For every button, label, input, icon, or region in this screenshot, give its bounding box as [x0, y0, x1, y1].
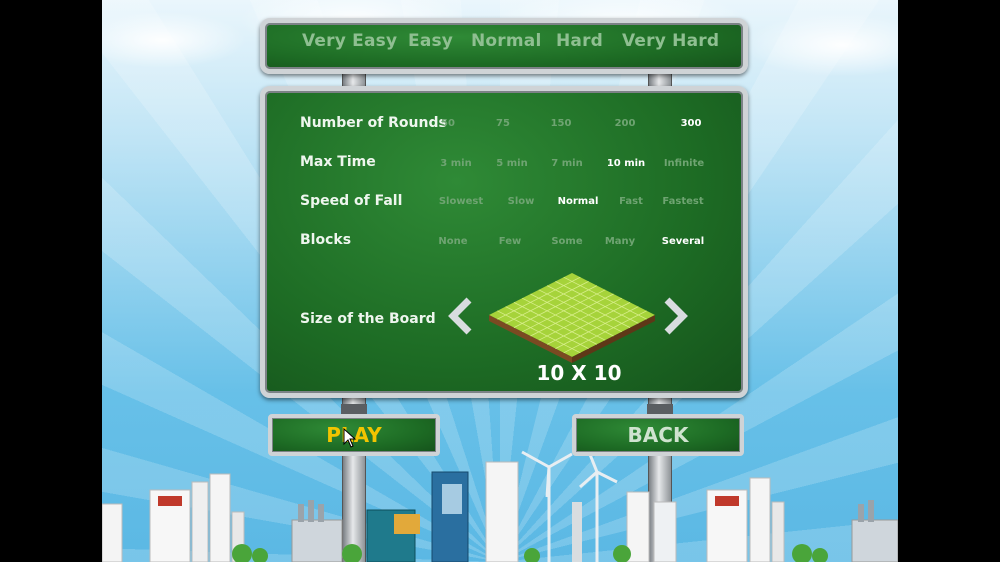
rounds-option[interactable]: 200 — [595, 118, 655, 129]
max-time-option[interactable]: 3 min — [426, 158, 486, 169]
rounds-option[interactable]: 50 — [418, 118, 478, 129]
speed-option[interactable]: Fastest — [653, 196, 713, 207]
rounds-option[interactable]: 150 — [531, 118, 591, 129]
speed-option-selected[interactable]: Normal — [548, 196, 608, 207]
settings-sign: Number of Rounds 50 75 150 200 300 Max T… — [260, 86, 748, 398]
wind-turbines — [521, 446, 618, 562]
city-skyline — [102, 446, 898, 562]
difficulty-sign: Very Easy Easy Normal Hard Very Hard — [260, 18, 748, 74]
rounds-option-selected[interactable]: 300 — [661, 118, 721, 129]
speed-option[interactable]: Slowest — [431, 196, 491, 207]
speed-option[interactable]: Fast — [601, 196, 661, 207]
board-preview — [489, 273, 655, 363]
difficulty-easy[interactable]: Easy — [408, 31, 453, 51]
speed-option[interactable]: Slow — [491, 196, 551, 207]
max-time-option[interactable]: Infinite — [654, 158, 714, 169]
speed-label: Speed of Fall — [300, 193, 403, 209]
board-size-label: Size of the Board — [300, 311, 436, 327]
max-time-option[interactable]: 7 min — [537, 158, 597, 169]
max-time-option-selected[interactable]: 10 min — [596, 158, 656, 169]
max-time-option[interactable]: 5 min — [482, 158, 542, 169]
difficulty-very-hard[interactable]: Very Hard — [622, 31, 719, 51]
chevron-left-icon[interactable] — [445, 296, 475, 336]
game-stage: Very Easy Easy Normal Hard Very Hard Num… — [102, 0, 898, 562]
rounds-option[interactable]: 75 — [473, 118, 533, 129]
mouse-cursor-icon — [343, 428, 357, 448]
blocks-label: Blocks — [300, 232, 352, 248]
back-button[interactable]: BACK — [572, 414, 744, 456]
difficulty-normal[interactable]: Normal — [471, 31, 542, 51]
blocks-option-selected[interactable]: Several — [653, 236, 713, 247]
max-time-label: Max Time — [300, 154, 376, 170]
blocks-option[interactable]: Many — [590, 236, 650, 247]
buildings — [102, 461, 898, 562]
blocks-option[interactable]: Some — [537, 236, 597, 247]
difficulty-very-easy[interactable]: Very Easy — [302, 31, 397, 51]
blocks-option[interactable]: Few — [480, 236, 540, 247]
difficulty-hard[interactable]: Hard — [556, 31, 603, 51]
chevron-right-icon[interactable] — [661, 296, 691, 336]
board-size-value: 10 X 10 — [536, 361, 622, 385]
blocks-option[interactable]: None — [423, 236, 483, 247]
